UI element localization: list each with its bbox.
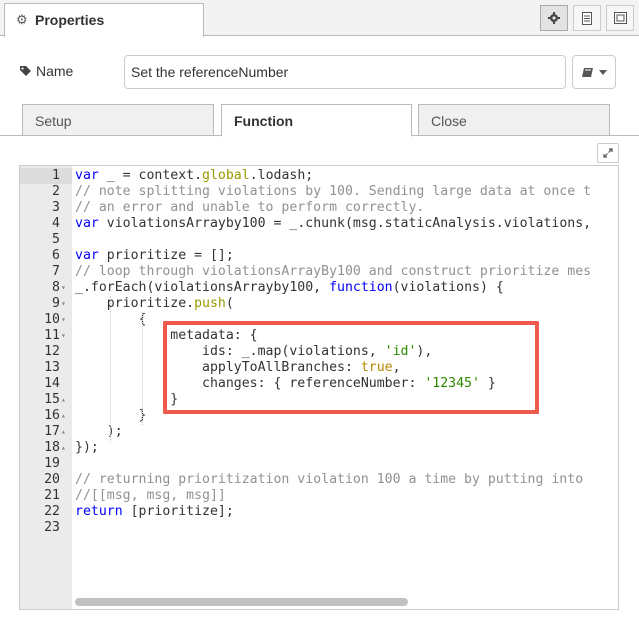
horizontal-scrollbar[interactable] xyxy=(72,598,618,606)
fold-close-icon[interactable]: ▴ xyxy=(61,392,66,408)
fold-open-icon[interactable]: ▾ xyxy=(61,328,66,344)
code-line[interactable]: 3 // an error and unable to perform corre… xyxy=(20,200,618,216)
editor-tabs: Setup Function Close xyxy=(0,104,639,137)
line-number: 5 xyxy=(52,232,60,247)
line-number: 4 xyxy=(52,216,60,231)
expand-editor-button[interactable] xyxy=(597,143,619,163)
code-text: // loop through violationsArrayBy100 and… xyxy=(75,264,592,279)
line-number: 16 xyxy=(44,408,60,423)
properties-tab-label: Properties xyxy=(35,12,105,28)
tab-setup[interactable]: Setup xyxy=(22,104,214,136)
code-line[interactable]: 6 var prioritize = []; xyxy=(20,248,618,264)
expand-icon xyxy=(603,148,613,158)
code-text: // an error and unable to perform correc… xyxy=(75,200,425,215)
scrollbar-thumb[interactable] xyxy=(75,598,408,606)
highlight-annotation-box xyxy=(163,321,539,414)
code-text: return [prioritize]; xyxy=(75,504,234,519)
name-input[interactable] xyxy=(124,55,566,89)
line-number: 19 xyxy=(44,456,60,471)
line-number: 13 xyxy=(44,360,60,375)
tab-function[interactable]: Function xyxy=(221,104,412,137)
fold-open-icon[interactable]: ▾ xyxy=(61,296,66,312)
gear-icon: ⚙ xyxy=(16,12,28,27)
tab-close[interactable]: Close xyxy=(418,104,610,136)
settings-button[interactable] xyxy=(540,5,568,31)
caret-down-icon xyxy=(598,69,607,75)
code-line[interactable]: 4 var violationsArrayby100 = _.chunk(msg.… xyxy=(20,216,618,232)
line-number: 15 xyxy=(44,392,60,407)
icon-select-button[interactable] xyxy=(572,55,616,89)
code-text: }); xyxy=(75,440,99,455)
document-icon xyxy=(582,11,592,25)
code-line[interactable]: 1 var _ = context.global.lodash; xyxy=(20,168,618,184)
line-number: 7 xyxy=(52,264,60,279)
code-line[interactable]: 20 // returning prioritization violation … xyxy=(20,472,618,488)
line-number: 6 xyxy=(52,248,60,263)
line-number: 17 xyxy=(44,424,60,439)
line-number: 14 xyxy=(44,376,60,391)
description-button[interactable] xyxy=(573,5,601,31)
line-number: 11 xyxy=(44,328,60,343)
fold-close-icon[interactable]: ▴ xyxy=(61,440,66,456)
line-number: 22 xyxy=(44,504,60,519)
code-text: //[[msg, msg, msg]] xyxy=(75,488,226,503)
fold-close-icon[interactable]: ▴ xyxy=(61,408,66,424)
code-text: // note splitting violations by 100. Sen… xyxy=(75,184,592,199)
line-number: 20 xyxy=(44,472,60,487)
tray-header: ⚙ Properties xyxy=(0,0,639,37)
code-line[interactable]: 21 //[[msg, msg, msg]] xyxy=(20,488,618,504)
name-label-text: Name xyxy=(36,63,74,79)
code-text: var _ = context.global.lodash; xyxy=(75,168,314,183)
code-text: var prioritize = []; xyxy=(75,248,234,263)
layout-icon xyxy=(613,12,627,24)
code-text: var violationsArrayby100 = _.chunk(msg.s… xyxy=(75,216,592,231)
code-line[interactable]: 23 xyxy=(20,520,618,536)
code-text: ); xyxy=(75,424,123,439)
line-number: 3 xyxy=(52,200,60,215)
indent-guide xyxy=(110,296,111,442)
code-line[interactable]: 5 xyxy=(20,232,618,248)
code-line[interactable]: 2 // note splitting violations by 100. Se… xyxy=(20,184,618,200)
line-number: 9 xyxy=(52,296,60,311)
gear-icon xyxy=(548,12,560,24)
appearance-button[interactable] xyxy=(606,5,634,31)
line-number: 2 xyxy=(52,184,60,199)
line-number: 1 xyxy=(52,168,60,183)
name-label: Name xyxy=(19,63,73,79)
tag-icon xyxy=(20,65,31,76)
code-line[interactable]: 22 return [prioritize]; xyxy=(20,504,618,520)
code-line[interactable]: 8 ▾ _.forEach(violationsArrayby100, functi… xyxy=(20,280,618,296)
line-number: 18 xyxy=(44,440,60,455)
book-icon xyxy=(581,67,593,77)
fold-open-icon[interactable]: ▾ xyxy=(61,312,66,328)
fold-open-icon[interactable]: ▾ xyxy=(61,280,66,296)
code-text: prioritize.push( xyxy=(75,296,234,311)
properties-tab[interactable]: ⚙ Properties xyxy=(4,3,204,37)
line-number: 10 xyxy=(44,312,60,327)
code-line[interactable]: 18 ▴}); xyxy=(20,440,618,456)
line-number: 21 xyxy=(44,488,60,503)
line-number: 23 xyxy=(44,520,60,535)
line-number: 12 xyxy=(44,344,60,359)
code-line[interactable]: 7 // loop through violationsArrayBy100 an… xyxy=(20,264,618,280)
code-line[interactable]: 19 xyxy=(20,456,618,472)
line-number: 8 xyxy=(52,280,60,295)
indent-guide xyxy=(142,312,143,425)
fold-close-icon[interactable]: ▴ xyxy=(61,424,66,440)
code-text: // returning prioritization violation 10… xyxy=(75,472,584,487)
code-text: _.forEach(violationsArrayby100, function… xyxy=(75,280,504,295)
